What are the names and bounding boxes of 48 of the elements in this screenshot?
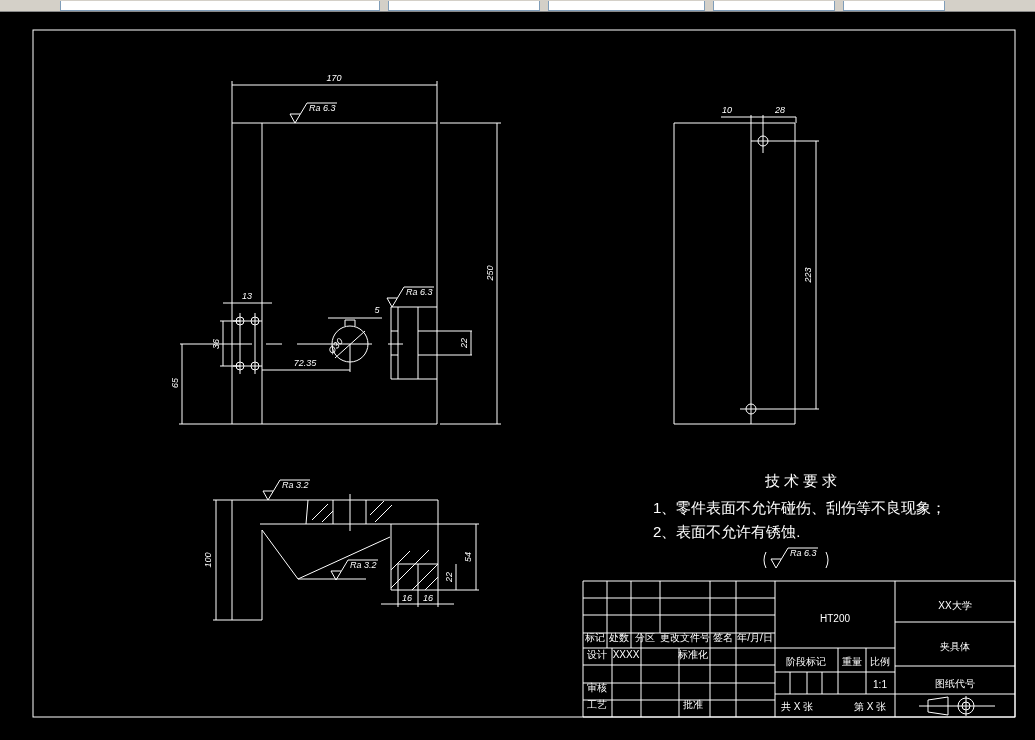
scale-value: 1:1 xyxy=(873,679,887,690)
sheet-number: 第 X 张 xyxy=(853,701,887,712)
title-block-label: 分区 xyxy=(635,632,655,643)
dimension-label: 22 xyxy=(459,338,469,348)
sheet-count: 共 X 张 xyxy=(780,701,814,712)
dimension-label: 16 xyxy=(402,593,412,603)
requirement-text: 1、零件表面不允许碰伤、刮伤等不良现象； xyxy=(653,499,947,516)
title-block-label: 图纸代号 xyxy=(935,678,975,689)
title-block-label: 批准 xyxy=(683,699,703,710)
title-block-label: 签名 xyxy=(713,632,733,643)
title-block-label: 工艺 xyxy=(587,699,607,710)
dimension-label: 16 xyxy=(423,593,433,603)
parenthesis-drawing xyxy=(763,551,829,569)
plotstyle-dropdown[interactable] xyxy=(843,1,945,11)
title-block-label: 标记 xyxy=(585,632,605,643)
dimension-label: 223 xyxy=(803,267,813,283)
lineweight-dropdown[interactable] xyxy=(713,1,835,11)
dimension-label: 250 xyxy=(485,265,495,281)
dimension-label: 100 xyxy=(203,552,213,568)
color-dropdown[interactable] xyxy=(388,1,540,11)
dimension-label: 54 xyxy=(463,552,473,562)
requirement-text: 2、表面不允许有锈蚀. xyxy=(653,523,801,540)
title-block-label: 重量 xyxy=(842,656,862,667)
school-name: XX大学 xyxy=(938,600,972,611)
title-block-label: 更改文件号 xyxy=(660,632,710,643)
dimension-label: 10 xyxy=(722,105,732,115)
projection-symbol-icon xyxy=(918,695,996,717)
dimension-label: 13 xyxy=(242,291,252,301)
dimension-label: 22 xyxy=(444,572,454,582)
title-block-label: 年/月/日 xyxy=(737,632,773,643)
title-block-label: 阶段标记 xyxy=(786,656,826,667)
dimension-label: 28 xyxy=(775,105,785,115)
dimension-label: 5 xyxy=(374,305,380,315)
linetype-dropdown[interactable] xyxy=(548,1,705,11)
requirements-title: 技 术 要 求 xyxy=(764,472,838,489)
dimension-label: 72.35 xyxy=(293,358,317,368)
dimension-label: 170 xyxy=(326,73,342,83)
title-block-label: 设计 xyxy=(587,649,607,660)
dimension-label: 36 xyxy=(211,339,221,349)
title-block-label: XXXX xyxy=(612,649,640,660)
material-text: HT200 xyxy=(820,613,850,624)
dimension-label: 65 xyxy=(170,378,180,388)
title-block-label: 处数 xyxy=(609,632,629,643)
title-block-label: 比例 xyxy=(870,656,890,667)
title-block-label: 标准化 xyxy=(678,649,708,660)
layer-dropdown[interactable] xyxy=(60,1,380,11)
part-name: 夹具体 xyxy=(940,641,970,652)
title-block-label: 审核 xyxy=(587,682,607,693)
